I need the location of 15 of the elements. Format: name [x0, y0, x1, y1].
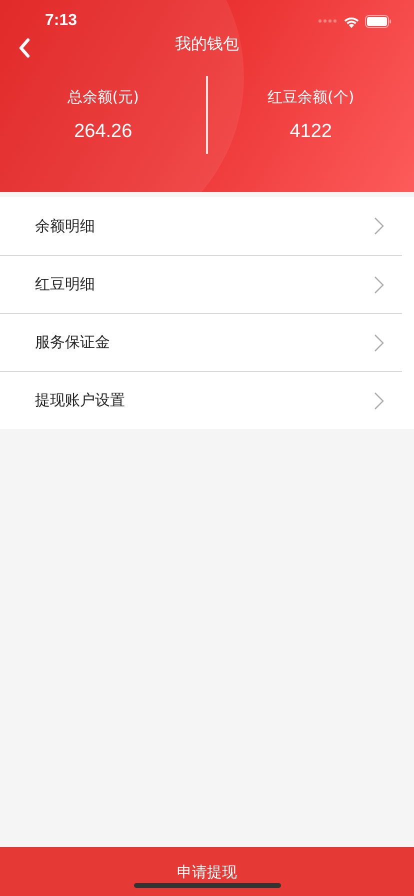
- signal-icon: [318, 19, 338, 23]
- balance-value: 4122: [290, 120, 332, 142]
- battery-icon: [365, 14, 392, 28]
- back-icon: [18, 38, 30, 58]
- chevron-icon: [374, 217, 384, 235]
- balance-label: 红豆余额(个): [268, 88, 354, 106]
- page-title: 我的钱包: [175, 34, 239, 55]
- status-time: 7:13: [45, 12, 78, 30]
- wifi-icon: [343, 14, 360, 28]
- balance-value: 264.26: [74, 120, 132, 142]
- chevron-icon: [374, 392, 384, 410]
- withdraw-button[interactable]: 申请提现: [173, 859, 241, 885]
- chevron-icon: [374, 276, 384, 294]
- balance-label: 总余额(元): [67, 88, 139, 106]
- chevron-icon: [374, 334, 384, 352]
